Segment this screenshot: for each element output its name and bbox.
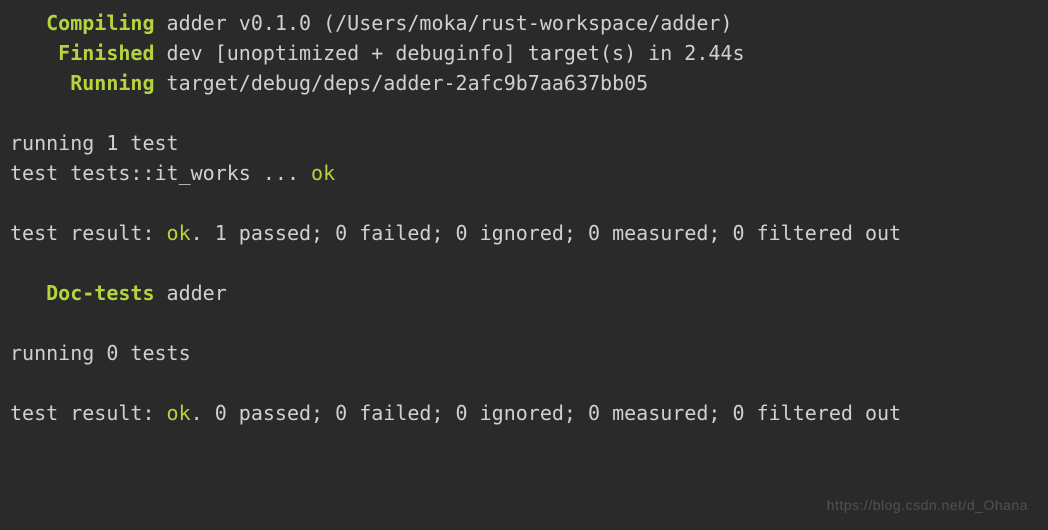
doc-test-result-line: test result: ok. 0 passed; 0 failed; 0 i… [10, 398, 1038, 428]
doc-tests-line: Doc-tests adder [10, 278, 1038, 308]
running-tests-text: running 1 test [10, 131, 179, 155]
finished-text: dev [unoptimized + debuginfo] target(s) … [155, 41, 745, 65]
doc-tests-text: adder [155, 281, 227, 305]
finished-label: Finished [58, 41, 154, 65]
terminal-output: Compiling adder v0.1.0 (/Users/moka/rust… [10, 8, 1038, 428]
finished-line: Finished dev [unoptimized + debuginfo] t… [10, 38, 1038, 68]
test-result-line: test result: ok. 1 passed; 0 failed; 0 i… [10, 218, 1038, 248]
running-text: target/debug/deps/adder-2afc9b7aa637bb05 [155, 71, 649, 95]
test-result-suffix: . 1 passed; 0 failed; 0 ignored; 0 measu… [191, 221, 901, 245]
test-result-ok: ok [167, 221, 191, 245]
test-case-ok: ok [311, 161, 335, 185]
blank-line [10, 98, 1038, 128]
compile-line: Compiling adder v0.1.0 (/Users/moka/rust… [10, 8, 1038, 38]
doc-tests-label: Doc-tests [46, 281, 154, 305]
running-line: Running target/debug/deps/adder-2afc9b7a… [10, 68, 1038, 98]
doc-test-result-prefix: test result: [10, 401, 167, 425]
running-tests-line: running 1 test [10, 128, 1038, 158]
doc-test-result-ok: ok [167, 401, 191, 425]
running-doc-tests-text: running 0 tests [10, 341, 191, 365]
blank-line [10, 188, 1038, 218]
running-doc-tests-line: running 0 tests [10, 338, 1038, 368]
test-case-line: test tests::it_works ... ok [10, 158, 1038, 188]
compiling-label: Compiling [46, 11, 154, 35]
blank-line [10, 308, 1038, 338]
compiling-text: adder v0.1.0 (/Users/moka/rust-workspace… [155, 11, 733, 35]
running-label: Running [70, 71, 154, 95]
test-case-prefix: test tests::it_works ... [10, 161, 311, 185]
blank-line [10, 248, 1038, 278]
test-result-prefix: test result: [10, 221, 167, 245]
blank-line [10, 368, 1038, 398]
watermark-text: https://blog.csdn.net/d_Ohana [827, 495, 1028, 516]
doc-test-result-suffix: . 0 passed; 0 failed; 0 ignored; 0 measu… [191, 401, 901, 425]
